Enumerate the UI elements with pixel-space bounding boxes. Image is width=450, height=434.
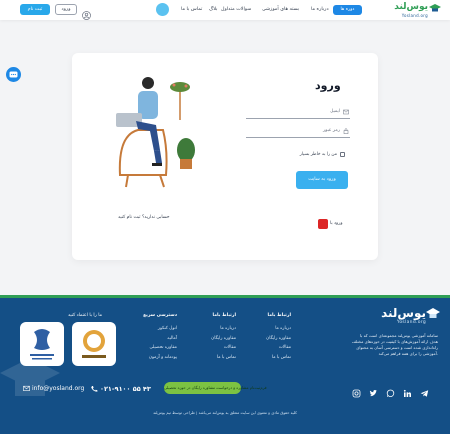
footer-link[interactable]: اتول کنکور [122, 324, 177, 334]
enamad-trust-badge[interactable] [72, 322, 116, 366]
submit-login-button[interactable]: ورود به سایت [296, 171, 348, 189]
footer-link[interactable]: آمالیه [122, 334, 177, 344]
footer-link[interactable]: مقالات [181, 343, 236, 353]
footer-links-column: ارتباط باما درباره ما مقاوره رایگان مقال… [181, 313, 236, 362]
footer-email[interactable]: info@yosland.org [23, 384, 85, 394]
footer-logo-text: یوس‌لند [381, 306, 426, 320]
remember-label: من را به خاطر بسپار [299, 152, 337, 157]
footer-logo-site: Yosland.org [396, 320, 426, 325]
lock-icon [343, 128, 349, 134]
column-heading: دسترسی سریع [143, 313, 177, 318]
remember-checkbox[interactable] [340, 152, 345, 157]
column-heading: ارتباط باما [212, 313, 236, 318]
footer-link[interactable]: درباره ما [181, 324, 236, 334]
mail-icon [343, 109, 349, 115]
graduation-cap-icon [426, 308, 440, 318]
password-placeholder: رمز عبور [322, 128, 340, 133]
whatsapp-icon[interactable] [386, 383, 395, 398]
footer-link[interactable]: مقاوره رایگان [236, 334, 291, 344]
register-button[interactable]: ثبت نام [20, 4, 50, 15]
signup-link[interactable]: حسابی ندارید؟ ثبت نام کنید [118, 215, 170, 220]
copyright: کلیه حقوق مادی و معنوی این سایت متعلق به… [153, 410, 297, 415]
remember-me[interactable]: من را به خاطر بسپار [272, 151, 345, 159]
nav-courses[interactable]: دوره ها [333, 5, 362, 15]
chat-button[interactable] [6, 67, 21, 82]
logo-site: Yosland.org [401, 13, 428, 18]
footer-about: سامانه آموزشی یوس‌لند مجموعه‌ای است که ب… [352, 333, 438, 356]
graduation-cap-icon [429, 4, 441, 12]
chat-icon [9, 71, 18, 78]
person-with-laptop-illustration [116, 77, 195, 188]
nav-packages[interactable]: بسته های آموزشی [262, 5, 299, 15]
otp-icon [318, 219, 328, 229]
footer-link[interactable]: تماس با ما [236, 353, 291, 363]
footer-link[interactable]: مقاوره تحصیلی [122, 343, 177, 353]
header-circle-button[interactable] [156, 3, 169, 16]
telegram-icon[interactable] [420, 383, 429, 397]
trust-heading: ما را با اعتماد کنید [68, 313, 103, 318]
phone-icon [91, 386, 98, 392]
email-field[interactable]: ایمیل [246, 107, 350, 119]
instagram-icon[interactable] [352, 383, 361, 398]
nav-faq[interactable]: سوالات متداول [221, 5, 251, 15]
site-logo[interactable]: یوس‌لند Yosland.org [389, 2, 441, 19]
site-header: یوس‌لند Yosland.org دوره ها درباره ما بس… [0, 0, 450, 20]
logo-text: یوس‌لند [394, 2, 428, 12]
otp-login[interactable]: ورود با [318, 219, 349, 230]
user-icon[interactable] [82, 5, 91, 20]
login-title: ورود [315, 79, 341, 92]
footer-link[interactable]: مقاوره رایگان [181, 334, 236, 344]
email-placeholder: ایمیل [330, 109, 340, 114]
column-heading: ارتباط باما [267, 313, 291, 318]
otp-label: ورود با [330, 221, 343, 226]
password-field[interactable]: رمز عبور [246, 126, 350, 138]
login-button[interactable]: ورود [55, 4, 77, 15]
site-footer: یوس‌لند Yosland.org سامانه آموزشی یوس‌لن… [0, 295, 450, 434]
footer-links-column: ارتباط باما درباره ما مقاوره رایگان مقال… [236, 313, 291, 362]
consultation-form-button[interactable]: فرم‌ثبت‌نام مشاوره و درخواست مشاوره رایگ… [164, 382, 267, 394]
footer-quick-access-column: دسترسی سریع اتول کنکور آمالیه مقاوره تحص… [122, 313, 177, 362]
nav-blog[interactable]: بلاگ [209, 5, 218, 15]
social-links [352, 383, 430, 398]
nav-about[interactable]: درباره ما [311, 5, 329, 15]
footer-link[interactable]: تماس با ما [181, 353, 236, 363]
twitter-icon[interactable] [369, 383, 378, 397]
footer-link[interactable]: پودمانه و آزمون [122, 353, 177, 363]
nav-contact[interactable]: تماس با ما [181, 5, 202, 15]
footer-link[interactable]: درباره ما [236, 324, 291, 334]
samandehi-trust-badge[interactable] [20, 322, 64, 366]
envelope-icon [23, 385, 30, 392]
footer-link[interactable]: مقالات [236, 343, 291, 353]
email-address: info@yosland.org [32, 385, 85, 392]
footer-phone[interactable]: ۰۲۱-۹۱۰۰ ۵۵ ۴۳ [90, 384, 160, 394]
linkedin-icon[interactable] [403, 383, 412, 397]
phone-number: ۰۲۱-۹۱۰۰ ۵۵ ۴۳ [100, 385, 151, 393]
